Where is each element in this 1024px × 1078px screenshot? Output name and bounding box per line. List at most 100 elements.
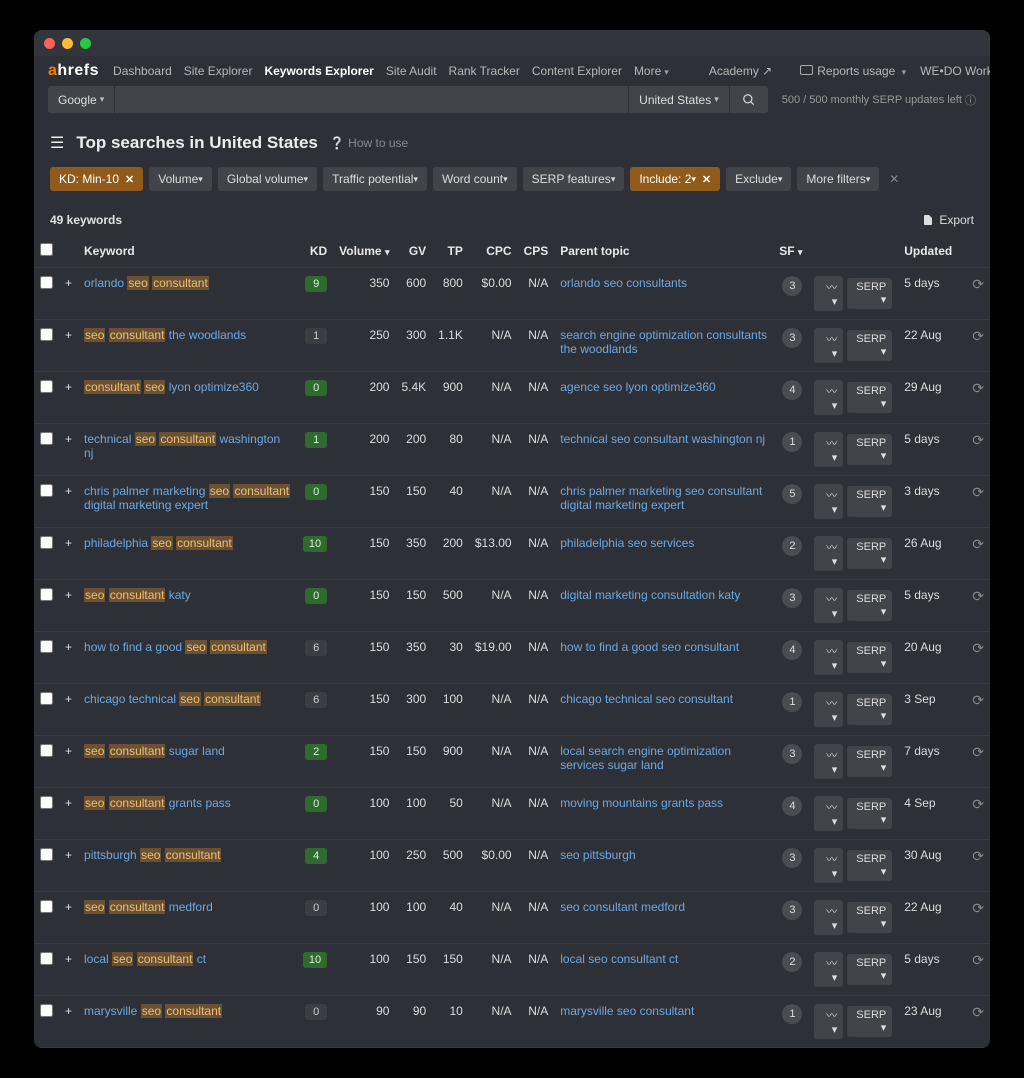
refresh-icon[interactable]: ⟳ xyxy=(972,484,984,500)
col-tp[interactable]: TP xyxy=(432,235,469,268)
expand-row-icon[interactable]: + xyxy=(59,320,78,372)
row-checkbox[interactable] xyxy=(40,380,53,393)
parent-topic-cell[interactable]: chris palmer marketing seo consultant di… xyxy=(554,476,773,528)
nav-keywords-explorer[interactable]: Keywords Explorer xyxy=(264,64,373,78)
trend-button[interactable]: 〰 ▾ xyxy=(814,796,843,831)
parent-topic-cell[interactable]: search engine optimization consultants t… xyxy=(554,320,773,372)
nav-site-audit[interactable]: Site Audit xyxy=(386,64,437,78)
close-window-icon[interactable] xyxy=(44,38,55,49)
keyword-cell[interactable]: how to find a good seo consultant xyxy=(78,632,297,684)
refresh-icon[interactable]: ⟳ xyxy=(972,900,984,916)
col-gv[interactable]: GV xyxy=(395,235,432,268)
serp-button[interactable]: SERP ▾ xyxy=(847,330,892,361)
nav-academy[interactable]: Academy ↗ xyxy=(709,64,772,78)
nav-rank-tracker[interactable]: Rank Tracker xyxy=(449,64,520,78)
refresh-icon[interactable]: ⟳ xyxy=(972,380,984,396)
nav-more[interactable]: More xyxy=(634,64,669,78)
expand-row-icon[interactable]: + xyxy=(59,944,78,996)
row-checkbox[interactable] xyxy=(40,900,53,913)
close-icon[interactable]: ✕ xyxy=(125,173,134,186)
trend-button[interactable]: 〰 ▾ xyxy=(814,640,843,675)
trend-button[interactable]: 〰 ▾ xyxy=(814,432,843,467)
refresh-icon[interactable]: ⟳ xyxy=(972,640,984,656)
minimize-window-icon[interactable] xyxy=(62,38,73,49)
refresh-icon[interactable]: ⟳ xyxy=(972,848,984,864)
trend-button[interactable]: 〰 ▾ xyxy=(814,848,843,883)
row-checkbox[interactable] xyxy=(40,328,53,341)
help-icon[interactable]: ⓘ xyxy=(965,92,976,108)
serp-button[interactable]: SERP ▾ xyxy=(847,538,892,569)
col-cpc[interactable]: CPC xyxy=(469,235,518,268)
sf-badge[interactable]: 3 xyxy=(782,848,802,868)
expand-row-icon[interactable]: + xyxy=(59,996,78,1048)
serp-button[interactable]: SERP ▾ xyxy=(847,746,892,777)
row-checkbox[interactable] xyxy=(40,432,53,445)
row-checkbox[interactable] xyxy=(40,952,53,965)
sf-badge[interactable]: 3 xyxy=(782,276,802,296)
trend-button[interactable]: 〰 ▾ xyxy=(814,276,843,311)
sf-badge[interactable]: 3 xyxy=(782,900,802,920)
row-checkbox[interactable] xyxy=(40,744,53,757)
sf-badge[interactable]: 1 xyxy=(782,432,802,452)
sf-badge[interactable]: 1 xyxy=(782,1004,802,1024)
search-button[interactable] xyxy=(730,86,768,113)
filter-include-2[interactable]: Include: 2 ▾✕ xyxy=(630,167,720,191)
serp-button[interactable]: SERP ▾ xyxy=(847,642,892,673)
nav-content-explorer[interactable]: Content Explorer xyxy=(532,64,622,78)
keyword-cell[interactable]: seo consultant katy xyxy=(78,580,297,632)
trend-button[interactable]: 〰 ▾ xyxy=(814,536,843,571)
sf-badge[interactable]: 4 xyxy=(782,640,802,660)
row-checkbox[interactable] xyxy=(40,276,53,289)
filter-more-filters[interactable]: More filters ▾ xyxy=(797,167,879,191)
trend-button[interactable]: 〰 ▾ xyxy=(814,692,843,727)
keyword-cell[interactable]: philadelphia seo consultant xyxy=(78,528,297,580)
parent-topic-cell[interactable]: seo consultant medford xyxy=(554,892,773,944)
search-input[interactable] xyxy=(115,86,628,113)
expand-row-icon[interactable]: + xyxy=(59,632,78,684)
parent-topic-cell[interactable]: local search engine optimization service… xyxy=(554,736,773,788)
parent-topic-cell[interactable]: local seo consultant ct xyxy=(554,944,773,996)
how-to-use-link[interactable]: ❔ How to use xyxy=(330,136,408,150)
serp-button[interactable]: SERP ▾ xyxy=(847,434,892,465)
serp-button[interactable]: SERP ▾ xyxy=(847,486,892,517)
parent-topic-cell[interactable]: marysville seo consultant xyxy=(554,996,773,1048)
menu-icon[interactable]: ☰ xyxy=(50,133,64,153)
refresh-icon[interactable]: ⟳ xyxy=(972,744,984,760)
row-checkbox[interactable] xyxy=(40,848,53,861)
engine-selector[interactable]: Google xyxy=(48,86,114,113)
serp-button[interactable]: SERP ▾ xyxy=(847,382,892,413)
serp-button[interactable]: SERP ▾ xyxy=(847,1006,892,1037)
parent-topic-cell[interactable]: how to find a good seo consultant xyxy=(554,632,773,684)
sf-badge[interactable]: 3 xyxy=(782,588,802,608)
sf-badge[interactable]: 2 xyxy=(782,952,802,972)
filter-exclude[interactable]: Exclude ▾ xyxy=(726,167,791,191)
maximize-window-icon[interactable] xyxy=(80,38,91,49)
keyword-cell[interactable]: seo consultant sugar land xyxy=(78,736,297,788)
export-button[interactable]: Export xyxy=(922,213,974,227)
keyword-cell[interactable]: technical seo consultant washington nj xyxy=(78,424,297,476)
col-updated[interactable]: Updated xyxy=(898,235,958,268)
col-cps[interactable]: CPS xyxy=(518,235,555,268)
keyword-cell[interactable]: chicago technical seo consultant xyxy=(78,684,297,736)
trend-button[interactable]: 〰 ▾ xyxy=(814,380,843,415)
sf-badge[interactable]: 3 xyxy=(782,744,802,764)
trend-button[interactable]: 〰 ▾ xyxy=(814,744,843,779)
row-checkbox[interactable] xyxy=(40,588,53,601)
expand-row-icon[interactable]: + xyxy=(59,268,78,320)
country-selector[interactable]: United States xyxy=(629,86,729,113)
sf-badge[interactable]: 4 xyxy=(782,796,802,816)
nav-site-explorer[interactable]: Site Explorer xyxy=(184,64,253,78)
filter-word-count[interactable]: Word count ▾ xyxy=(433,167,517,191)
sf-badge[interactable]: 3 xyxy=(782,328,802,348)
trend-button[interactable]: 〰 ▾ xyxy=(814,328,843,363)
refresh-icon[interactable]: ⟳ xyxy=(972,328,984,344)
refresh-icon[interactable]: ⟳ xyxy=(972,796,984,812)
expand-row-icon[interactable]: + xyxy=(59,528,78,580)
select-all-checkbox[interactable] xyxy=(40,243,53,256)
keyword-cell[interactable]: marysville seo consultant xyxy=(78,996,297,1048)
keyword-cell[interactable]: seo consultant medford xyxy=(78,892,297,944)
serp-button[interactable]: SERP ▾ xyxy=(847,278,892,309)
serp-button[interactable]: SERP ▾ xyxy=(847,694,892,725)
refresh-icon[interactable]: ⟳ xyxy=(972,952,984,968)
trend-button[interactable]: 〰 ▾ xyxy=(814,952,843,987)
